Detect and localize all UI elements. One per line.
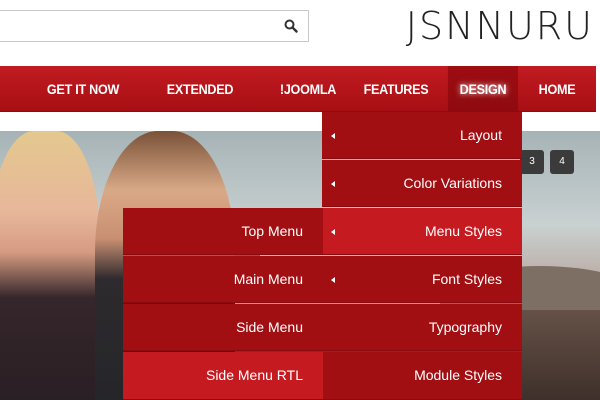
menu-item-layout[interactable]: Layout [322, 112, 522, 159]
nav-item-joomla[interactable]: !Joomla [276, 66, 341, 112]
menu-item-label: Side Menu RTL [205, 367, 303, 383]
menu-item-module-styles[interactable]: Module Styles [322, 352, 522, 400]
search-box[interactable] [0, 10, 309, 42]
nav-item-design[interactable]: Design [447, 66, 519, 112]
submenu-item-side-menu[interactable]: Side Menu [123, 304, 323, 351]
pager-button-3[interactable]: 3 [520, 150, 544, 174]
menu-item-label: Color Variations [403, 175, 502, 191]
arrow-left-icon [331, 229, 335, 235]
pager-button-4[interactable]: 4 [550, 150, 574, 174]
menu-styles-submenu: Top Menu Main Menu Side Menu Side Menu R… [123, 208, 323, 400]
nav-item-home[interactable]: Home [531, 66, 583, 112]
nav-item-get-it-now[interactable]: Get it now [44, 66, 121, 112]
menu-item-label: Module Styles [414, 367, 502, 383]
site-logo[interactable]: JSNNURU [406, 6, 594, 46]
nav-item-features[interactable]: Features [360, 66, 432, 112]
arrow-left-icon [331, 277, 335, 283]
submenu-item-top-menu[interactable]: Top Menu [123, 208, 323, 255]
menu-item-label: Menu Styles [424, 223, 502, 239]
menu-item-typography[interactable]: Typography [322, 304, 522, 351]
nav-item-extended-styles[interactable]: Extended Styles [146, 66, 254, 143]
menu-item-label: Font Styles [431, 271, 502, 287]
menu-item-label: Top Menu [241, 223, 303, 239]
search-input[interactable] [5, 17, 265, 35]
submenu-item-side-menu-rtl[interactable]: Side Menu RTL [123, 352, 323, 400]
main-nav: Get it now Extended Styles !Joomla Featu… [0, 66, 596, 143]
hero-person-woman [0, 131, 100, 400]
design-dropdown-menu: Layout Color Variations Menu Styles Font… [322, 112, 522, 400]
menu-item-color-variations[interactable]: Color Variations [322, 160, 522, 207]
menu-item-font-styles[interactable]: Font Styles [322, 256, 522, 303]
arrow-left-icon [331, 133, 335, 139]
menu-item-label: Side Menu [236, 319, 303, 335]
search-icon[interactable] [284, 19, 298, 33]
arrow-left-icon [331, 181, 335, 187]
menu-item-menu-styles[interactable]: Menu Styles [322, 208, 522, 255]
menu-item-label: Typography [428, 319, 502, 335]
menu-item-label: Layout [459, 127, 502, 143]
menu-item-label: Main Menu [233, 271, 303, 287]
submenu-item-main-menu[interactable]: Main Menu [123, 256, 323, 303]
